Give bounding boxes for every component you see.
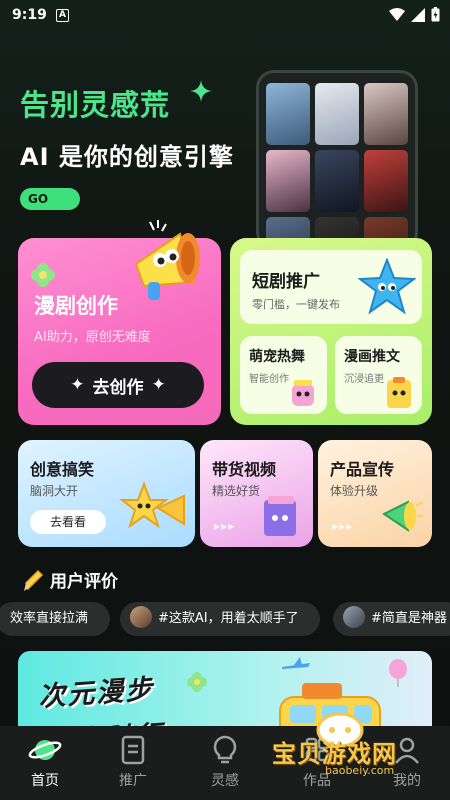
comic-post-tile[interactable]: 漫画推文 沉浸追更 (335, 336, 422, 414)
flower-icon (31, 263, 55, 287)
tab-promote-label: 推广 (119, 773, 147, 789)
manhua-card-title: 漫剧创作 (34, 294, 118, 318)
sales-video-card[interactable]: 带货视频 精选好货 ▶▶▶ (200, 440, 313, 547)
document-icon (121, 735, 145, 765)
pencil-icon (24, 569, 44, 591)
status-time: 9:19 (12, 7, 47, 23)
signal-icon (411, 7, 425, 22)
thumbnail-grid (266, 83, 408, 247)
clipboard-mascot-icon (387, 377, 411, 408)
planet-icon (28, 740, 62, 760)
hero-subtitle: AI 是你的创意引擎 (20, 143, 234, 171)
thumbnail (315, 150, 359, 212)
comic-post-subtitle: 沉浸追更 (344, 374, 384, 385)
sales-video-subtitle: 精选好货 (212, 484, 261, 498)
reviews-title: 用户评价 (50, 572, 118, 592)
tab-inspiration[interactable]: 灵感 (190, 734, 260, 790)
sparkle-icon: ✦ (70, 375, 85, 395)
balloon-icon (389, 659, 407, 687)
battery-icon (431, 7, 440, 22)
phone-preview (256, 70, 418, 250)
avatar (130, 606, 152, 628)
review-chip[interactable]: #这款AI，用着太顺手了 (120, 602, 320, 636)
manhua-card-subtitle: AI助力，原创无难度 (34, 330, 151, 345)
status-bar: 9:19 A (0, 0, 450, 32)
create-button-label: 去创作 (92, 377, 144, 398)
thumbnail (364, 150, 408, 212)
sales-video-title: 带货视频 (212, 460, 277, 479)
product-promo-subtitle: 体验升级 (330, 484, 379, 498)
sparkle-icon (190, 80, 212, 102)
status-icons (389, 7, 440, 22)
hero-title: 告别灵感荒 (20, 88, 171, 122)
tab-promote[interactable]: 推广 (98, 734, 168, 790)
play-icon: ▶▶▶ (214, 522, 236, 531)
watermark-url: baobeiy.com (325, 764, 395, 777)
book-mascot-icon (264, 496, 296, 536)
creative-funny-title: 创意搞笑 (30, 460, 95, 479)
reviews-header: 用户评价 (24, 567, 118, 592)
duanju-subtitle: 零门槛，一键发布 (252, 298, 340, 311)
thumbnail (266, 150, 310, 212)
flower-icon (187, 672, 207, 692)
sparkle-icon: ✦ (151, 375, 166, 395)
creative-funny-subtitle: 脑洞大开 (30, 484, 79, 498)
thumbnail (364, 83, 408, 145)
create-button[interactable]: ✦ 去创作 ✦ (32, 362, 204, 408)
review-chip-text: #简直是神器 (371, 611, 447, 626)
pet-dance-tile[interactable]: 萌宠热舞 智能创作 (240, 336, 327, 414)
cup-mascot-icon (292, 380, 314, 406)
review-chip[interactable]: 效率直接拉满 (0, 602, 110, 636)
review-chip[interactable]: #简直是神器 (333, 602, 450, 636)
creative-funny-card[interactable]: 创意搞笑 脑洞大开 去看看 (18, 440, 195, 547)
product-promo-title: 产品宣传 (330, 460, 395, 479)
pet-dance-title: 萌宠热舞 (249, 349, 305, 365)
go-button[interactable]: GO >>> (20, 188, 80, 228)
tab-home-label: 首页 (31, 773, 59, 789)
thumbnail (266, 83, 310, 145)
duanju-title: 短剧推广 (252, 272, 320, 292)
go-see-button[interactable]: 去看看 (30, 510, 106, 534)
airplane-icon (282, 657, 310, 669)
tab-inspiration-label: 灵感 (211, 773, 239, 789)
review-chip-text: #这款AI，用着太顺手了 (158, 611, 299, 626)
lightbulb-icon (213, 735, 237, 764)
play-icon: ▶▶▶ (332, 522, 354, 531)
megaphone-mascot-icon (134, 220, 200, 300)
star-trumpet-mascot-icon (119, 481, 185, 529)
tab-home[interactable]: 首页 (10, 734, 80, 790)
notification-a-icon: A (56, 9, 69, 22)
app-screen: 9:19 A 告别灵感荒 AI 是你的创意引擎 GO >>> 漫剧创作 AI助力… (0, 0, 450, 800)
megaphone-small-icon (382, 500, 423, 532)
wifi-icon (389, 7, 405, 21)
pet-dance-subtitle: 智能创作 (249, 374, 289, 385)
avatar (343, 606, 365, 628)
duanju-main-tile[interactable]: 短剧推广 零门槛，一键发布 (240, 250, 422, 324)
thumbnail (315, 83, 359, 145)
product-promo-card[interactable]: 产品宣传 体验升级 ▶▶▶ (318, 440, 432, 547)
star-mascot-icon (358, 258, 416, 315)
duanju-promo-card[interactable]: 短剧推广 零门槛，一键发布 萌宠热舞 智能创作 漫画推文 沉浸追更 (230, 238, 432, 425)
comic-post-title: 漫画推文 (344, 349, 400, 365)
review-chip-text: 效率直接拉满 (10, 611, 89, 626)
banner-line1: 次元漫步 (37, 673, 156, 714)
